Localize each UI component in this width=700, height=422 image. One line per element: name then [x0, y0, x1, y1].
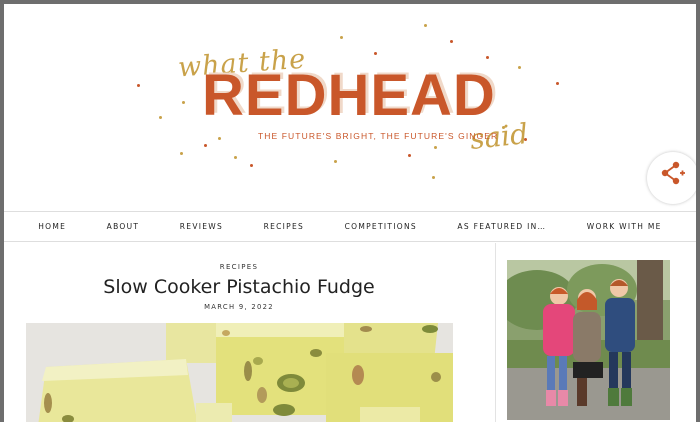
confetti-dot	[450, 40, 453, 43]
confetti-dot	[204, 144, 207, 147]
confetti-dot	[502, 126, 505, 129]
nav-item-work-with-me[interactable]: WORK WITH ME	[587, 222, 662, 231]
main-content: RECIPES Slow Cooker Pistachio Fudge MARC…	[4, 243, 696, 422]
confetti-dot	[434, 146, 437, 149]
logo-wordmark: REDHEAD	[202, 63, 496, 128]
confetti-dot	[340, 36, 343, 39]
page-frame: what the REDHEAD said THE FUTURE'S BRIGH…	[4, 4, 696, 422]
site-logo[interactable]: what the REDHEAD said THE FUTURE'S BRIGH…	[4, 4, 696, 211]
confetti-dot	[218, 137, 221, 140]
confetti-dot	[408, 154, 411, 157]
sidebar-divider	[495, 243, 496, 422]
nav-item-reviews[interactable]: REVIEWS	[180, 222, 223, 231]
confetti-dot	[159, 116, 162, 119]
confetti-dot	[334, 160, 337, 163]
nav-item-about[interactable]: ABOUT	[107, 222, 140, 231]
confetti-dot	[424, 24, 427, 27]
featured-image[interactable]	[26, 323, 453, 422]
confetti-dot	[234, 156, 237, 159]
post-category-link[interactable]: RECIPES	[4, 263, 474, 271]
confetti-dot	[180, 152, 183, 155]
fudge-illustration	[26, 323, 453, 422]
nav-item-recipes[interactable]: RECIPES	[264, 222, 305, 231]
confetti-dot	[486, 56, 489, 59]
site-header: what the REDHEAD said THE FUTURE'S BRIGH…	[4, 4, 696, 211]
logo-tagline: THE FUTURE'S BRIGHT, THE FUTURE'S GINGER	[258, 131, 499, 141]
share-button[interactable]	[647, 152, 696, 204]
post-date: MARCH 9, 2022	[204, 303, 274, 311]
main-nav: HOME ABOUT REVIEWS RECIPES COMPETITIONS …	[4, 211, 696, 242]
confetti-dot	[518, 66, 521, 69]
family-photo-illustration	[507, 260, 670, 420]
nav-item-home[interactable]: HOME	[38, 222, 66, 231]
nav-item-competitions[interactable]: COMPETITIONS	[345, 222, 417, 231]
confetti-dot	[432, 176, 435, 179]
confetti-dot	[556, 82, 559, 85]
post-title[interactable]: Slow Cooker Pistachio Fudge	[4, 276, 474, 298]
sidebar-author-photo[interactable]	[507, 260, 670, 420]
nav-item-as-featured-in[interactable]: AS FEATURED IN…	[457, 222, 546, 231]
confetti-dot	[182, 101, 185, 104]
confetti-dot	[374, 52, 377, 55]
confetti-dot	[137, 84, 140, 87]
confetti-dot	[250, 164, 253, 167]
confetti-dot	[524, 138, 527, 141]
share-plus-icon	[661, 161, 685, 185]
